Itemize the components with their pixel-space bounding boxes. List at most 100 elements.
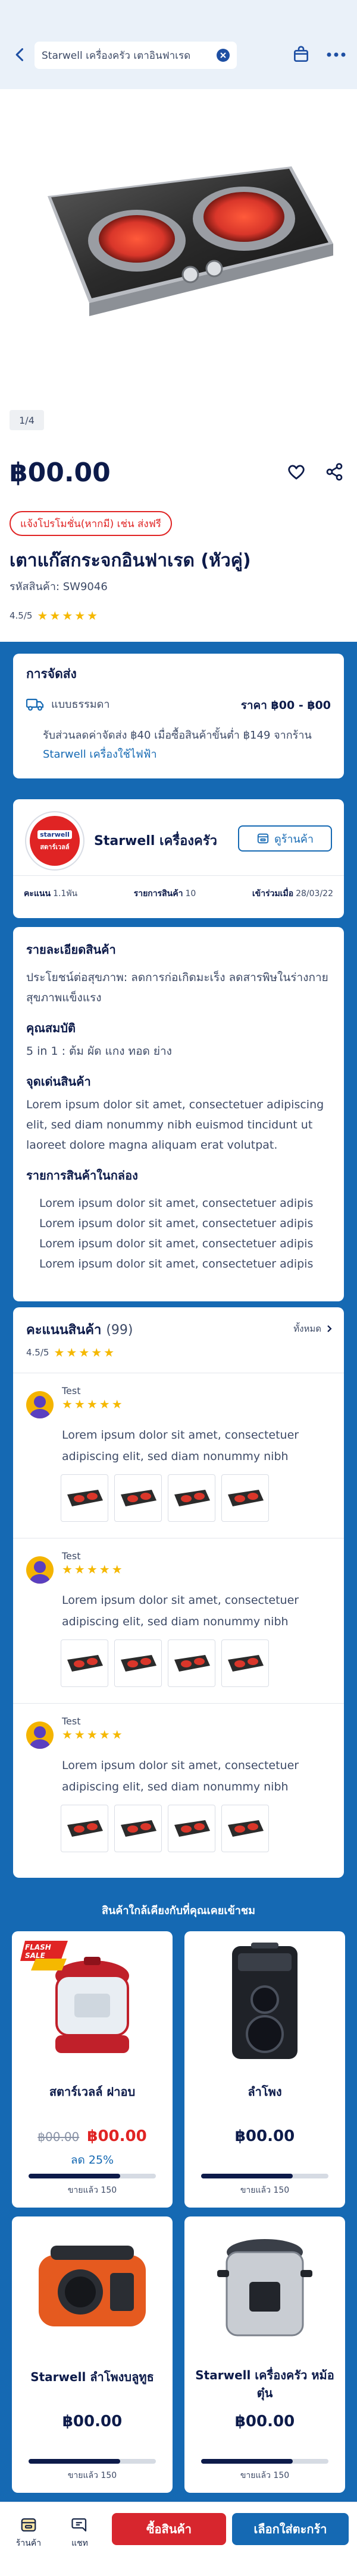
- product-image[interactable]: [0, 89, 357, 398]
- product-details-card: รายละเอียดสินค้า ประโยชน์ต่อสุขภาพ: ลดกา…: [13, 927, 344, 1301]
- product-card-price: ฿00.00: [234, 2413, 295, 2430]
- chevron-right-icon: [327, 1325, 332, 1332]
- props-heading: คุณสมบัติ: [26, 1021, 76, 1035]
- shop-logo-bottom: สตาร์เวลล์: [40, 843, 70, 851]
- product-title: เตาแก๊สกระจกอินฟาเรด (หัวคู่): [10, 550, 251, 571]
- reviewer-name: Test: [62, 1385, 81, 1396]
- bluetooth-speaker-image: [39, 2246, 146, 2326]
- search-text: Starwell เครื่องครัว เตาอินฟาเรด: [42, 49, 191, 62]
- product-card-name: ลำโพง: [248, 2085, 282, 2099]
- review-photo[interactable]: [114, 1639, 162, 1687]
- heart-icon: [288, 465, 305, 480]
- stove-thumb-image: [174, 1820, 210, 1837]
- shop-items: รายการสินค้า 10: [134, 887, 196, 900]
- shipping-shop-link[interactable]: Starwell เครื่องใช้ไฟฟ้า: [43, 748, 157, 761]
- reviews-card: คะแนนสินค้า (99) ทั้งหมด 4.5/5 ★★★★★ Test…: [13, 1307, 344, 1878]
- review-photo[interactable]: [61, 1639, 108, 1687]
- shop-score-value: 1.1พัน: [53, 888, 78, 898]
- buy-now-button[interactable]: ซื้อสินค้า: [112, 2513, 226, 2545]
- view-shop-button[interactable]: ดูร้านค้า: [238, 825, 332, 852]
- product-card[interactable]: Starwell ลำโพงบลูทูธ ฿00.00 ขายแล้ว 150: [12, 2216, 173, 2493]
- shop-score: คะแนน 1.1พัน: [24, 887, 77, 900]
- view-shop-label: ดูร้านค้า: [274, 833, 314, 846]
- review-photo[interactable]: [168, 1474, 215, 1522]
- shop-joined: เข้าร่วมเมื่อ 28/03/22: [252, 887, 333, 900]
- shipping-method-label: แบบธรรมดา: [51, 698, 110, 711]
- promo-badge: แจ้งโปรโมชั่น(หากมี) เช่น ส่งฟรี: [10, 511, 172, 536]
- reviews-score-value: 4.5/5: [26, 1347, 49, 1358]
- review-photo[interactable]: [61, 1805, 108, 1852]
- shop-stats: คะแนน 1.1พัน รายการสินค้า 10 เข้าร่วมเมื่อ…: [13, 875, 344, 911]
- shop-name: Starwell เครื่องครัว: [94, 834, 217, 849]
- stove-thumb-image: [121, 1820, 156, 1837]
- search-input[interactable]: Starwell เครื่องครัว เตาอินฟาเรด: [35, 42, 237, 69]
- bag-button[interactable]: [288, 42, 314, 68]
- review-text: Lorem ipsum dolor sit amet, consectetuer…: [62, 1594, 299, 1628]
- shipping-note: รับส่วนลดค่าจัดส่ง ฿40 เมื่อซื้อสินค้าขั…: [43, 726, 331, 764]
- stove-thumb-image: [228, 1490, 264, 1506]
- stove-thumb-image: [228, 1820, 264, 1837]
- product-card-image: [12, 2216, 173, 2359]
- review-photo[interactable]: [221, 1474, 269, 1522]
- back-button[interactable]: [7, 42, 33, 68]
- review-item: Test ★★★★★ Lorem ipsum dolor sit amet, c…: [13, 1373, 344, 1538]
- chat-icon: [71, 2518, 87, 2532]
- review-photo[interactable]: [168, 1805, 215, 1852]
- gallery-pager: 1/4: [10, 410, 44, 430]
- box-item: Lorem ipsum dolor sit amet, consectetuer…: [39, 1234, 331, 1254]
- product-rating: 4.5/5 ★★★★★: [10, 608, 99, 623]
- share-button[interactable]: [321, 459, 347, 485]
- review-photo[interactable]: [61, 1474, 108, 1522]
- review-photo[interactable]: [114, 1805, 162, 1852]
- more-button[interactable]: [321, 42, 351, 68]
- reviews-see-all[interactable]: ทั้งหมด: [293, 1322, 333, 1336]
- shop-score-label: คะแนน: [24, 888, 51, 898]
- product-card[interactable]: ลำโพง ฿00.00 ขายแล้ว 150: [184, 1931, 345, 2208]
- product-price: ฿00.00: [10, 458, 111, 488]
- clear-search-button[interactable]: [217, 49, 230, 62]
- review-photo[interactable]: [168, 1639, 215, 1687]
- review-stars: ★★★★★: [62, 1397, 124, 1411]
- product-card-sold: ขายแล้ว 150: [67, 2186, 117, 2195]
- shipping-method: แบบธรรมดา: [26, 695, 109, 712]
- product-card-name: Starwell ลำโพงบลูทูธ: [30, 2370, 154, 2384]
- product-card-price: ฿00.00 ฿00.00: [12, 2127, 173, 2145]
- see-all-label: ทั้งหมด: [293, 1323, 321, 1334]
- chevron-left-icon: [15, 48, 24, 61]
- pressure-cooker-image: [217, 2239, 312, 2337]
- reviews-heading: คะแนนสินค้า (99): [26, 1319, 133, 1340]
- review-text: Lorem ipsum dolor sit amet, consectetuer…: [62, 1759, 299, 1793]
- product-card[interactable]: Starwell เครื่องครัว หม้อตุ๋น ฿00.00 ขาย…: [184, 2216, 345, 2493]
- box-item: Lorem ipsum dolor sit amet, consectetuer…: [39, 1193, 331, 1213]
- product-card-sold: ขายแล้ว 150: [67, 2471, 117, 2480]
- bottom-chat-button[interactable]: แชท: [57, 2513, 102, 2550]
- shopping-bag-icon: [294, 46, 308, 62]
- product-card[interactable]: FLASH SALE สตาร์เวลล์ ฝาอบ ฿00.00 ฿00.00…: [12, 1931, 173, 2208]
- stove-thumb-image: [174, 1490, 210, 1506]
- sold-progress-fill: [201, 2459, 293, 2464]
- sold-progress-fill: [29, 2174, 121, 2178]
- review-photo[interactable]: [221, 1639, 269, 1687]
- product-card-name: สตาร์เวลล์ ฝาอบ: [49, 2085, 136, 2099]
- review-photo[interactable]: [114, 1474, 162, 1522]
- product-sku: รหัสสินค้า: SW9046: [10, 581, 108, 593]
- sold-progress-bar: [201, 2174, 328, 2178]
- reviews-score: 4.5/5 ★★★★★: [26, 1345, 116, 1360]
- review-stars: ★★★★★: [62, 1562, 124, 1577]
- stove-thumb-image: [67, 1655, 103, 1672]
- details-heading: รายละเอียดสินค้า: [26, 942, 116, 957]
- add-to-cart-button[interactable]: เลือกใส่ตะกร้า: [232, 2513, 349, 2545]
- stove-thumb-image: [121, 1490, 156, 1506]
- product-card-price: ฿00.00: [234, 2127, 295, 2145]
- reviews-title: คะแนนสินค้า: [26, 1323, 102, 1338]
- review-stars: ★★★★★: [62, 1727, 124, 1742]
- details-intro: ประโยชน์ต่อสุขภาพ: ลดการก่อเกิดมะเร็ง ลด…: [26, 971, 328, 1004]
- bottom-shop-button[interactable]: ร้านค้า: [6, 2513, 51, 2550]
- review-photo[interactable]: [221, 1805, 269, 1852]
- product-card-image: [184, 1931, 345, 2074]
- favorite-button[interactable]: [283, 459, 309, 485]
- stove-thumb-image: [121, 1655, 156, 1672]
- rating-stars: ★★★★★: [37, 608, 100, 623]
- stove-thumb-image: [67, 1820, 103, 1837]
- rating-score: 4.5/5: [10, 610, 33, 621]
